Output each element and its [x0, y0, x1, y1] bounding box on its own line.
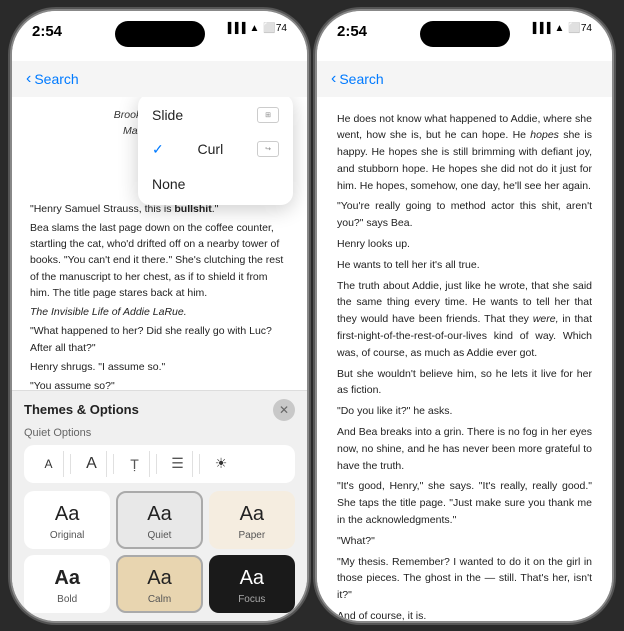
right-para-2: "You're really going to method actor thi… — [337, 198, 592, 232]
right-status-icons: ▐▐▐ ▲ ⬜74 — [529, 23, 592, 34]
layout-button[interactable]: ☰ — [163, 451, 193, 477]
left-time: 2:54 — [32, 23, 62, 40]
theme-original-aa: Aa — [55, 503, 79, 526]
signal-icon: ▐▐▐ — [224, 23, 245, 34]
theme-focus-name: Focus — [238, 594, 265, 605]
theme-original[interactable]: Aa Original — [24, 491, 110, 549]
right-para-4: He wants to tell her it's all true. — [337, 257, 592, 274]
theme-bold[interactable]: Aa Bold — [24, 555, 110, 613]
font-small-a: A — [44, 457, 52, 471]
right-book-text: He does not know what happened to Addie,… — [317, 97, 612, 621]
theme-quiet-name: Quiet — [148, 530, 172, 541]
right-para-9: "It's good, Henry," she says. "It's real… — [337, 478, 592, 528]
right-nav-bar: ‹ Search — [317, 61, 612, 97]
theme-quiet[interactable]: Aa Quiet — [116, 491, 202, 549]
left-para-2: Bea slams the last page down on the coff… — [30, 220, 289, 301]
slide-option-slide[interactable]: Slide ⊞ — [138, 98, 293, 132]
theme-focus[interactable]: Aa Focus — [209, 555, 295, 613]
font-large-a: A — [86, 455, 97, 473]
theme-bold-aa: Aa — [54, 567, 80, 590]
right-back-button[interactable]: ‹ Search — [331, 70, 384, 88]
battery-icon: ⬜74 — [263, 23, 287, 34]
slide-option-none[interactable]: None — [138, 167, 293, 201]
brightness-icon: ☀ — [215, 455, 228, 472]
left-back-chevron: ‹ — [26, 70, 31, 88]
none-label: None — [152, 176, 185, 192]
right-time: 2:54 — [337, 23, 367, 40]
right-back-label: Search — [339, 71, 383, 87]
left-book-content: Brooklyn, New York March 13, 2015 II "He… — [12, 97, 307, 390]
right-para-1: He does not know what happened to Addie,… — [337, 111, 592, 195]
right-signal-icon: ▐▐▐ — [529, 23, 550, 34]
theme-calm-name: Calm — [148, 594, 171, 605]
divider-4 — [199, 454, 200, 474]
themes-title: Themes & Options — [24, 402, 139, 417]
theme-paper-aa: Aa — [240, 503, 264, 526]
right-phone: 2:54 ▐▐▐ ▲ ⬜74 ‹ Search He does not know… — [317, 11, 612, 621]
left-para-4: "What happened to her? Did she really go… — [30, 323, 289, 356]
font-decrease-button[interactable]: A — [34, 451, 64, 477]
themes-header: Themes & Options ✕ — [24, 399, 295, 421]
right-book-content: He does not know what happened to Addie,… — [317, 97, 612, 621]
curl-label: Curl — [198, 141, 224, 157]
slide-panel: Slide ⊞ ✓ Curl ↪ None — [138, 97, 293, 205]
theme-paper[interactable]: Aa Paper — [209, 491, 295, 549]
theme-calm-aa: Aa — [147, 567, 171, 590]
right-battery-icon: ⬜74 — [568, 23, 592, 34]
right-status-bar: 2:54 ▐▐▐ ▲ ⬜74 — [317, 11, 612, 61]
right-back-chevron: ‹ — [331, 70, 336, 88]
left-status-bar: 2:54 ▐▐▐ ▲ ⬜74 — [12, 11, 307, 61]
curl-icon: ↪ — [257, 141, 279, 157]
close-icon: ✕ — [279, 403, 289, 417]
right-para-7: "Do you like it?" he asks. — [337, 403, 592, 420]
left-para-3: The Invisible Life of Addie LaRue. — [30, 304, 289, 320]
brightness-button[interactable]: ☀ — [206, 451, 236, 477]
font-increase-button[interactable]: A — [77, 451, 107, 477]
left-phone: 2:54 ▐▐▐ ▲ ⬜74 ‹ Search Brooklyn, New Yo… — [12, 11, 307, 621]
close-button[interactable]: ✕ — [273, 399, 295, 421]
divider-3 — [156, 454, 157, 474]
right-wifi-icon: ▲ — [555, 23, 565, 34]
left-back-label: Search — [34, 71, 78, 87]
slide-icon: ⊞ — [257, 107, 279, 123]
phones-container: 2:54 ▐▐▐ ▲ ⬜74 ‹ Search Brooklyn, New Yo… — [0, 0, 624, 631]
right-para-3: Henry looks up. — [337, 236, 592, 253]
theme-calm[interactable]: Aa Calm — [116, 555, 202, 613]
themes-grid: Aa Original Aa Quiet Aa Paper Aa Bold Aa — [24, 491, 295, 613]
left-bottom-panel: Themes & Options ✕ Quiet Options A A Ṭ — [12, 390, 307, 621]
right-para-12: And of course, it is. — [337, 608, 592, 620]
layout-icon: ☰ — [171, 455, 184, 472]
right-para-6: But she wouldn't believe him, so he lets… — [337, 366, 592, 400]
theme-quiet-aa: Aa — [147, 503, 171, 526]
left-para-5: Henry shrugs. "I assume so." — [30, 359, 289, 375]
slide-label: Slide — [152, 107, 183, 123]
theme-original-name: Original — [50, 530, 84, 541]
theme-paper-name: Paper — [238, 530, 265, 541]
right-dynamic-island — [420, 21, 510, 47]
curl-check: ✓ — [152, 141, 164, 158]
font-style-icon: Ṭ — [130, 456, 139, 472]
theme-bold-name: Bold — [57, 594, 77, 605]
left-dynamic-island — [115, 21, 205, 47]
right-para-10: "What?" — [337, 533, 592, 550]
divider-2 — [113, 454, 114, 474]
divider-1 — [70, 454, 71, 474]
left-back-button[interactable]: ‹ Search — [26, 70, 79, 88]
theme-focus-aa: Aa — [240, 567, 264, 590]
font-controls-bar: A A Ṭ ☰ ☀ — [24, 445, 295, 483]
quiet-options-label: Quiet Options — [24, 427, 295, 439]
font-style-button[interactable]: Ṭ — [120, 451, 150, 477]
left-para-6: "You assume so?" — [30, 378, 289, 389]
slide-option-curl[interactable]: ✓ Curl ↪ — [138, 132, 293, 167]
left-status-icons: ▐▐▐ ▲ ⬜74 — [224, 23, 287, 34]
left-nav-bar: ‹ Search — [12, 61, 307, 97]
right-para-5: The truth about Addie, just like he wrot… — [337, 278, 592, 362]
right-para-11: "My thesis. Remember? I wanted to do it … — [337, 554, 592, 604]
right-para-8: And Bea breaks into a grin. There is no … — [337, 424, 592, 474]
wifi-icon: ▲ — [250, 23, 260, 34]
